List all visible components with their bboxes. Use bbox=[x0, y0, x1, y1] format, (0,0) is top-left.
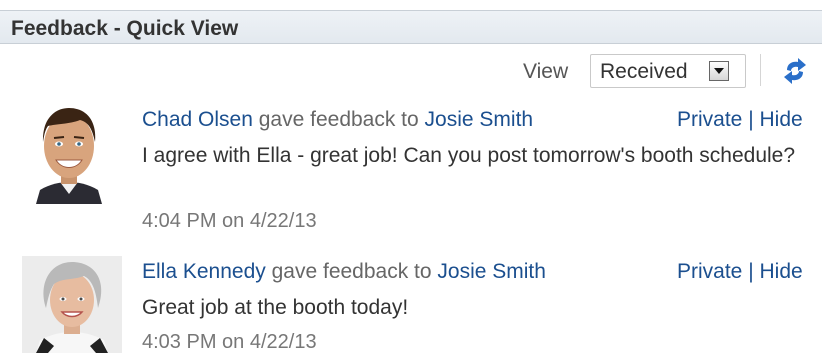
refresh-icon[interactable] bbox=[781, 57, 809, 85]
feedback-action-text: gave feedback to bbox=[258, 108, 419, 131]
chevron-down-icon[interactable] bbox=[709, 61, 729, 81]
recipient-link[interactable]: Josie Smith bbox=[425, 108, 534, 131]
avatar bbox=[30, 102, 108, 204]
panel-header: Feedback - Quick View bbox=[0, 10, 822, 44]
view-label: View bbox=[523, 60, 569, 83]
feedback-actions: Private | Hide bbox=[677, 108, 803, 132]
toolbar-divider bbox=[760, 54, 761, 86]
panel-title: Feedback - Quick View bbox=[11, 17, 239, 40]
giver-link[interactable]: Ella Kennedy bbox=[142, 260, 266, 283]
feedback-action-text: gave feedback to bbox=[271, 260, 432, 283]
feedback-timestamp: 4:04 PM on 4/22/13 bbox=[142, 210, 317, 232]
feedback-message: Great job at the booth today! bbox=[142, 296, 409, 319]
action-separator: | bbox=[748, 260, 754, 283]
feedback-message: I agree with Ella - great job! Can you p… bbox=[142, 144, 796, 167]
action-separator: | bbox=[748, 108, 754, 131]
hide-link[interactable]: Hide bbox=[760, 108, 803, 131]
avatar bbox=[22, 256, 122, 353]
recipient-link[interactable]: Josie Smith bbox=[437, 260, 546, 283]
feedback-timestamp: 4:03 PM on 4/22/13 bbox=[142, 331, 317, 353]
feedback-actions: Private | Hide bbox=[677, 260, 803, 284]
feedback-header: Ella Kennedy gave feedback to Josie Smit… bbox=[142, 260, 546, 284]
private-link[interactable]: Private bbox=[677, 108, 742, 131]
hide-link[interactable]: Hide bbox=[760, 260, 803, 283]
view-dropdown[interactable]: Received bbox=[590, 54, 746, 88]
feedback-header: Chad Olsen gave feedback to Josie Smith bbox=[142, 108, 533, 132]
view-dropdown-value: Received bbox=[600, 60, 688, 83]
private-link[interactable]: Private bbox=[677, 260, 742, 283]
giver-link[interactable]: Chad Olsen bbox=[142, 108, 253, 131]
